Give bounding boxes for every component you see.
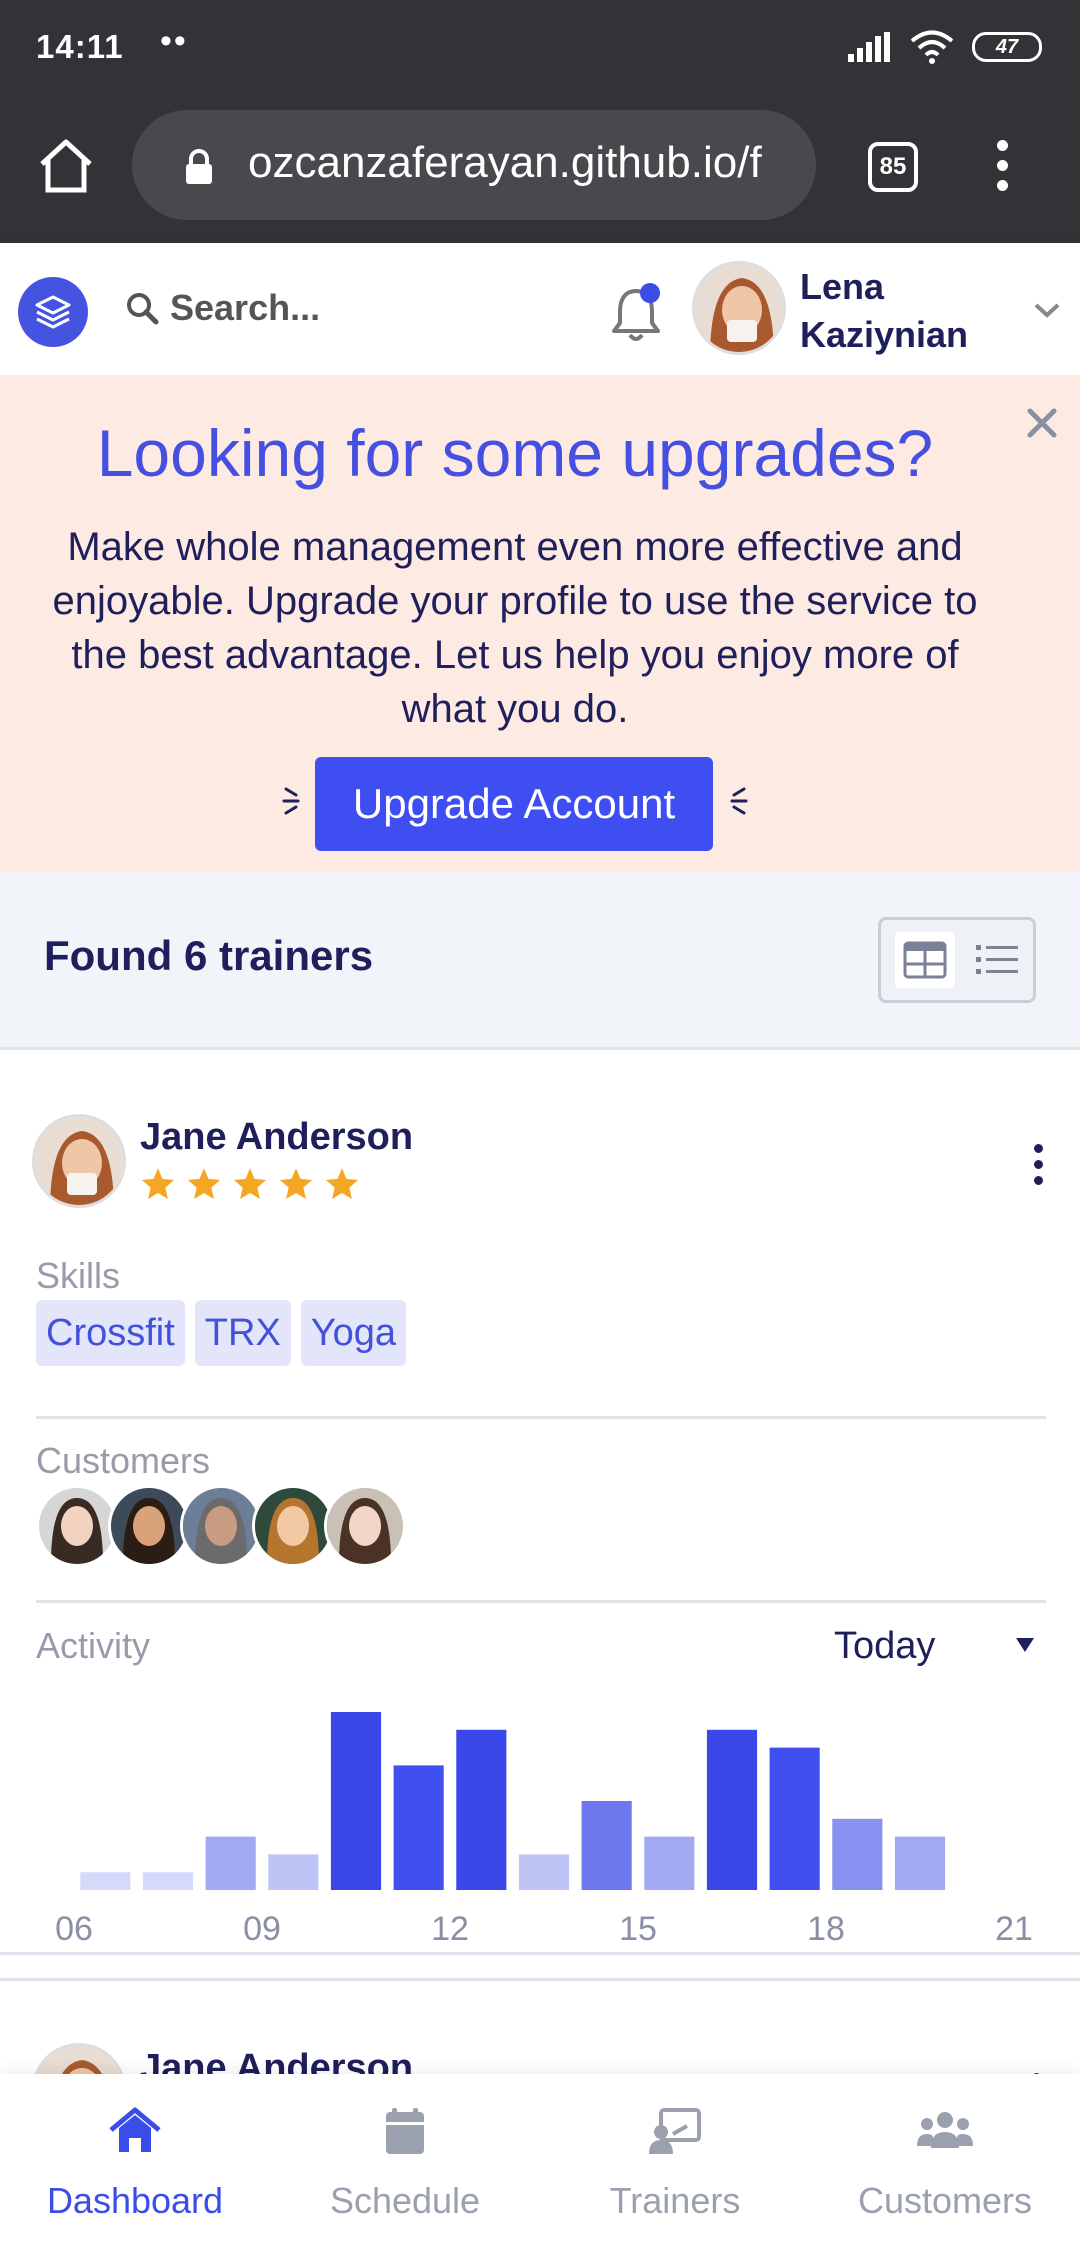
divider (36, 1600, 1046, 1603)
x-tick-label: 18 (807, 1910, 845, 1948)
activity-bar (142, 1872, 194, 1890)
star-icon (233, 1168, 267, 1199)
results-bar: Found 6 trainers (0, 872, 1080, 1050)
signal-icon (848, 32, 890, 62)
nav-label: Schedule (329, 2180, 481, 2221)
nav-label: Dashboard (46, 2180, 224, 2221)
star-icon (279, 1168, 313, 1199)
activity-bar (393, 1765, 444, 1890)
nav-trainers[interactable]: Trainers (540, 2074, 810, 2248)
search-box[interactable]: Search... (124, 287, 320, 329)
activity-bar (330, 1712, 382, 1890)
customer-avatar[interactable] (252, 1485, 334, 1567)
nav-label: Trainers (609, 2180, 741, 2221)
customer-avatars (36, 1485, 406, 1567)
customer-avatar[interactable] (324, 1485, 406, 1567)
sparkle-icon (282, 787, 300, 815)
skill-chip[interactable]: Crossfit (36, 1300, 185, 1366)
skills-list: Crossfit TRX Yoga (36, 1300, 407, 1366)
browser-menu-icon[interactable] (990, 140, 1014, 196)
activity-chart: 06 09 12 15 18 21 (55, 1712, 1033, 1948)
card-menu-icon[interactable] (1030, 1144, 1046, 1188)
activity-bar (80, 1872, 131, 1890)
search-input[interactable]: Search... (170, 287, 320, 329)
trainer-avatar (32, 1114, 126, 1208)
notification-badge (640, 283, 660, 303)
activity-bar (581, 1801, 632, 1890)
customer-avatar[interactable] (108, 1485, 190, 1567)
user-first-name: Lena (800, 266, 885, 307)
nav-label: Customers (857, 2180, 1033, 2221)
home-icon[interactable] (38, 138, 94, 194)
calendar-icon (386, 2108, 424, 2154)
app-header: Search... Lena Kaziynian (0, 243, 1080, 375)
activity-bar (894, 1836, 946, 1890)
trainer-card[interactable]: Jane Anderson Skills Crossfit TRX Yoga Cus… (0, 1050, 1080, 1955)
users-icon (917, 2112, 973, 2148)
url-bar[interactable]: ozcanzaferayan.github.io/f (132, 110, 816, 220)
browser-chrome: 14:11 •• 47 ozcanzaferayan.github.io/f 8… (0, 0, 1080, 243)
activity-bar (518, 1854, 570, 1890)
x-tick-label: 21 (995, 1910, 1033, 1948)
upgrade-account-button[interactable]: Upgrade Account (315, 757, 713, 851)
activity-bar (456, 1729, 507, 1890)
tab-switcher-button[interactable]: 85 (868, 142, 918, 192)
search-icon (127, 293, 159, 325)
url-text[interactable]: ozcanzaferayan.github.io/f (248, 138, 762, 188)
notifications-button[interactable] (608, 283, 664, 343)
view-toggle (878, 917, 1036, 1003)
activity-bar (769, 1747, 820, 1890)
list-icon (976, 945, 1018, 974)
lock-icon (186, 149, 212, 184)
user-last-name: Kaziynian (800, 314, 969, 355)
user-name[interactable]: Lena Kaziynian (800, 263, 970, 359)
results-count: Found 6 trainers (44, 932, 374, 979)
home-icon (109, 2107, 161, 2152)
grid-view-button[interactable] (895, 932, 955, 988)
customer-avatar[interactable] (180, 1485, 262, 1567)
user-avatar[interactable] (692, 261, 786, 355)
status-time: 14:11 (36, 28, 124, 65)
x-tick-label: 09 (243, 1910, 281, 1948)
rating-stars (140, 1166, 360, 1202)
status-notification-dots: •• (160, 22, 188, 60)
skills-label: Skills (36, 1255, 121, 1296)
wifi-icon (910, 30, 954, 64)
upgrade-banner: Looking for some upgrades? Make whole ma… (0, 375, 1080, 872)
activity-bar (644, 1836, 695, 1890)
x-tick-label: 12 (431, 1910, 469, 1948)
battery-indicator: 47 (972, 32, 1042, 62)
star-icon (187, 1168, 221, 1199)
star-icon (141, 1168, 175, 1199)
skill-chip[interactable]: Yoga (300, 1300, 407, 1366)
customers-label: Customers (36, 1440, 211, 1481)
x-tick-label: 15 (619, 1910, 657, 1948)
trainer-name[interactable]: Jane Anderson (140, 1116, 413, 1159)
banner-text: Make whole management even more effectiv… (52, 525, 978, 731)
list-view-button[interactable] (967, 932, 1027, 988)
status-icons: 47 (848, 30, 1042, 64)
activity-bar (205, 1836, 256, 1890)
grid-icon (903, 941, 947, 979)
chevron-down-icon[interactable] (1032, 295, 1062, 325)
activity-bar (706, 1729, 758, 1890)
bottom-nav: Dashboard Schedule Trainers Customers (0, 2074, 1080, 2248)
customer-avatar[interactable] (36, 1485, 118, 1567)
star-icon (325, 1168, 359, 1199)
skill-chip[interactable]: TRX (194, 1300, 291, 1366)
activity-bar (832, 1818, 883, 1890)
divider (36, 1416, 1046, 1419)
activity-bar (268, 1854, 319, 1890)
banner-title: Looking for some upgrades? (96, 416, 934, 490)
sparkle-icon (730, 787, 748, 815)
nav-dashboard[interactable]: Dashboard (0, 2074, 270, 2248)
trainer-board-icon (649, 2108, 701, 2154)
app-logo-icon[interactable] (18, 277, 88, 347)
nav-customers[interactable]: Customers (810, 2074, 1080, 2248)
nav-schedule[interactable]: Schedule (270, 2074, 540, 2248)
x-tick-label: 06 (55, 1910, 93, 1948)
